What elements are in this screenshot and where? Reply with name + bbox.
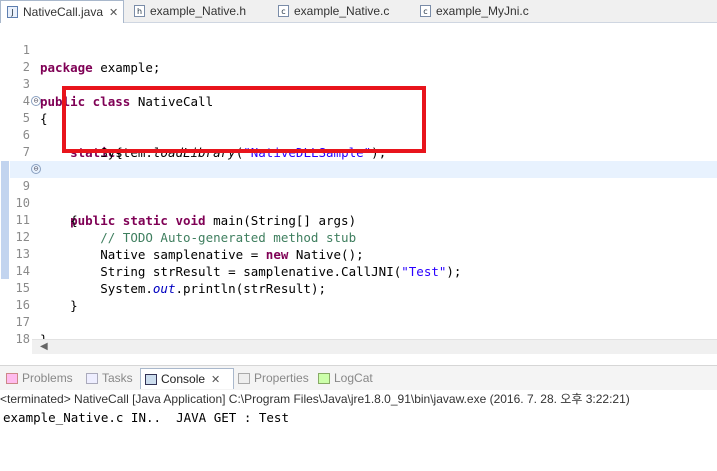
code-line[interactable]: 14 System.out.println(strResult);	[10, 246, 717, 296]
c-file-icon: c	[278, 5, 289, 17]
code-editor[interactable]: 1 package example; 2 3 public class Nati…	[0, 23, 717, 347]
editor-tab-bar: J NativeCall.java ✕ h example_Native.h c…	[0, 0, 717, 23]
code-line-current[interactable]: 9 ⊖ public static void main(String[] arg…	[10, 161, 717, 228]
tab-label: Properties	[254, 371, 309, 385]
tab-label: example_Native.c	[294, 4, 390, 18]
tab-example-native-c[interactable]: c example_Native.c	[272, 0, 414, 22]
console-status-line: <terminated> NativeCall [Java Applicatio…	[0, 390, 717, 408]
tab-label: Console	[161, 372, 206, 386]
code-line[interactable]: 16	[10, 280, 717, 312]
logcat-icon	[318, 372, 330, 384]
view-tab-bar: Problems Tasks Console ✕ Properties LogC…	[0, 365, 717, 390]
problems-icon	[6, 372, 18, 384]
c-file-icon: c	[420, 5, 431, 17]
scroll-left-icon[interactable]: ◀	[40, 340, 48, 354]
static-block-highlight	[62, 86, 426, 153]
code-line[interactable]: 13 String strResult = samplenative.CallJ…	[10, 229, 717, 279]
tasks-icon	[86, 372, 98, 384]
change-marker	[1, 161, 9, 279]
tab-label: example_Native.h	[150, 4, 247, 18]
code-line[interactable]: 2	[10, 42, 717, 74]
tab-label: NativeCall.java	[23, 5, 104, 19]
tab-logcat[interactable]: LogCat	[314, 368, 373, 388]
tab-label: Tasks	[102, 371, 133, 385]
tab-label: example_MyJni.c	[436, 4, 529, 18]
tab-properties[interactable]: Properties	[234, 368, 309, 388]
properties-icon	[238, 372, 250, 384]
code-line[interactable]: 17 }	[10, 297, 717, 347]
tab-console[interactable]: Console ✕	[140, 368, 234, 389]
code-line[interactable]: 1 package example;	[10, 25, 717, 75]
fold-icon[interactable]: ⊖	[31, 96, 41, 106]
overview-ruler	[0, 23, 10, 343]
code-line[interactable]: 18	[10, 314, 717, 346]
tab-label: LogCat	[334, 371, 373, 385]
tab-problems[interactable]: Problems	[2, 368, 73, 388]
console-panel[interactable]: example_Native.c IN.. JAVA GET : Test	[0, 408, 717, 471]
tab-example-native-h[interactable]: h example_Native.h	[128, 0, 268, 22]
console-output: example_Native.c IN.. JAVA GET : Test	[3, 410, 289, 425]
header-file-icon: h	[134, 5, 145, 17]
java-file-icon: J	[7, 6, 18, 18]
console-icon	[145, 373, 157, 385]
fold-icon[interactable]: ⊖	[31, 164, 41, 174]
code-line[interactable]: 15 }	[10, 263, 717, 313]
close-icon[interactable]: ✕	[109, 6, 118, 19]
tab-example-myjni-c[interactable]: c example_MyJni.c	[414, 0, 554, 22]
code-line[interactable]: 10 {	[10, 178, 717, 228]
tab-label: Problems	[22, 371, 73, 385]
close-icon[interactable]: ✕	[211, 373, 220, 386]
tab-nativecall-java[interactable]: J NativeCall.java ✕	[0, 0, 124, 23]
code-line[interactable]: 12 Native samplenative = new Native();	[10, 212, 717, 262]
line-number: 18	[15, 332, 30, 346]
code-line[interactable]: 3 public class NativeCall	[10, 59, 717, 109]
horizontal-scrollbar[interactable]: ◀	[32, 339, 717, 354]
code-line[interactable]: 11 // TODO Auto-generated method stub	[10, 195, 717, 245]
tab-tasks[interactable]: Tasks	[82, 368, 133, 388]
